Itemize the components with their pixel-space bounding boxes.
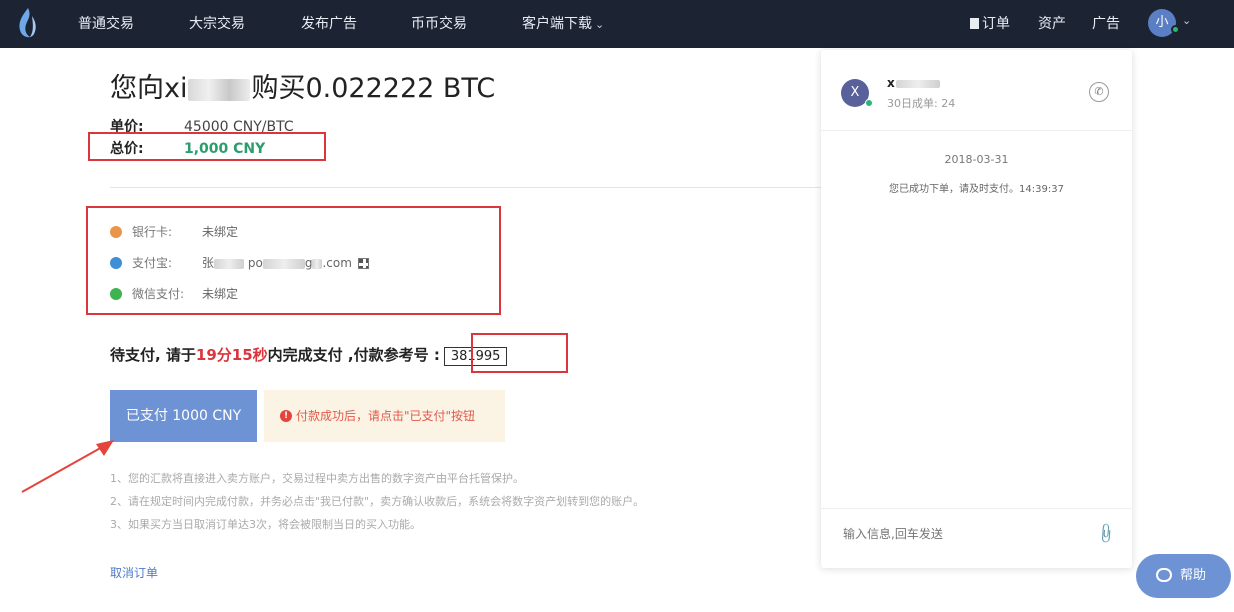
chat-bubble-icon (1156, 567, 1172, 582)
nav-post-ad[interactable]: 发布广告 (301, 13, 357, 33)
warning-icon: ! (280, 409, 292, 422)
orders-icon (970, 17, 979, 29)
logo-icon[interactable] (12, 6, 42, 40)
phone-icon[interactable]: ✆ (1089, 82, 1109, 102)
order-title-suffix: 购买0.022222 BTC (251, 73, 496, 104)
annotation-box-total (88, 132, 326, 161)
payment-notice: ! 付款成功后，请点击"已支付"按钮 (264, 390, 505, 442)
nav-ordinary-trade[interactable]: 普通交易 (78, 13, 134, 33)
annotation-arrow (21, 440, 114, 493)
blurred-username (188, 78, 251, 101)
chat-date: 2018-03-31 (944, 153, 1009, 166)
order-title-prefix: 您向xi (110, 73, 188, 104)
chat-message-input[interactable] (843, 527, 1083, 541)
await-prefix: 待支付, 请于 (110, 346, 196, 364)
note-line: 2、请在规定时间内完成付款，并务必点击"我已付款"，卖方确认收款后，系统会将数字… (110, 495, 645, 508)
countdown-timer: 19分15秒 (195, 346, 268, 364)
note-line: 1、您的汇款将直接进入卖方账户，交易过程中卖方出售的数字资产由平台托管保护。 (110, 472, 524, 485)
help-label: 帮助 (1180, 568, 1207, 583)
paid-button[interactable]: 已支付 1000 CNY (110, 390, 257, 442)
annotation-box-payment-methods (86, 206, 501, 315)
help-button[interactable]: 帮助 (1136, 554, 1231, 598)
chat-divider (821, 130, 1132, 131)
nav-assets[interactable]: 资产 (1038, 13, 1066, 33)
awaiting-payment-text: 待支付, 请于19分15秒内完成支付 ,付款参考号 :381995 (110, 344, 508, 366)
await-suffix: 内完成支付 ,付款参考号 : (267, 346, 440, 364)
annotation-box-reference (471, 333, 568, 373)
cancel-order-link[interactable]: 取消订单 (110, 564, 158, 581)
nav-client-download[interactable]: 客户端下载 ⌄ (522, 13, 604, 33)
nav-client-download-label: 客户端下载 (522, 16, 592, 32)
chevron-down-icon: ⌄ (595, 18, 605, 31)
seller-name-prefix: x (887, 76, 895, 90)
seller-name: x (887, 76, 940, 90)
nav-orders-label: 订单 (982, 16, 1010, 32)
chat-divider (821, 508, 1132, 509)
nav-coin-trade[interactable]: 币币交易 (411, 13, 467, 33)
note-line: 3、如果买方当日取消订单达3次，将会被限制当日的买入功能。 (110, 518, 421, 531)
attachment-icon[interactable]: 📎 (1094, 522, 1118, 546)
divider (110, 187, 830, 188)
online-status-dot (1171, 25, 1180, 34)
chevron-down-icon[interactable]: ⌄ (1182, 14, 1191, 27)
blurred-text (895, 79, 940, 88)
nav-orders[interactable]: 订单 (970, 13, 1010, 33)
chat-panel: X x 30日成单: 24 ✆ 2018-03-31 您已成功下单，请及时支付。… (821, 50, 1132, 568)
seller-stats: 30日成单: 24 (887, 97, 956, 110)
top-navbar: 普通交易 大宗交易 发布广告 币币交易 客户端下载 ⌄ 订单 资产 广告 小 ⌄ (0, 0, 1234, 48)
payment-notice-text: 付款成功后，请点击"已支付"按钮 (296, 409, 476, 423)
online-status-dot (865, 99, 873, 107)
nav-block-trade[interactable]: 大宗交易 (189, 13, 245, 33)
system-message: 您已成功下单，请及时支付。14:39:37 (889, 184, 1064, 195)
order-title: 您向xi 购买0.022222 BTC (110, 66, 495, 105)
nav-ads[interactable]: 广告 (1092, 13, 1120, 33)
